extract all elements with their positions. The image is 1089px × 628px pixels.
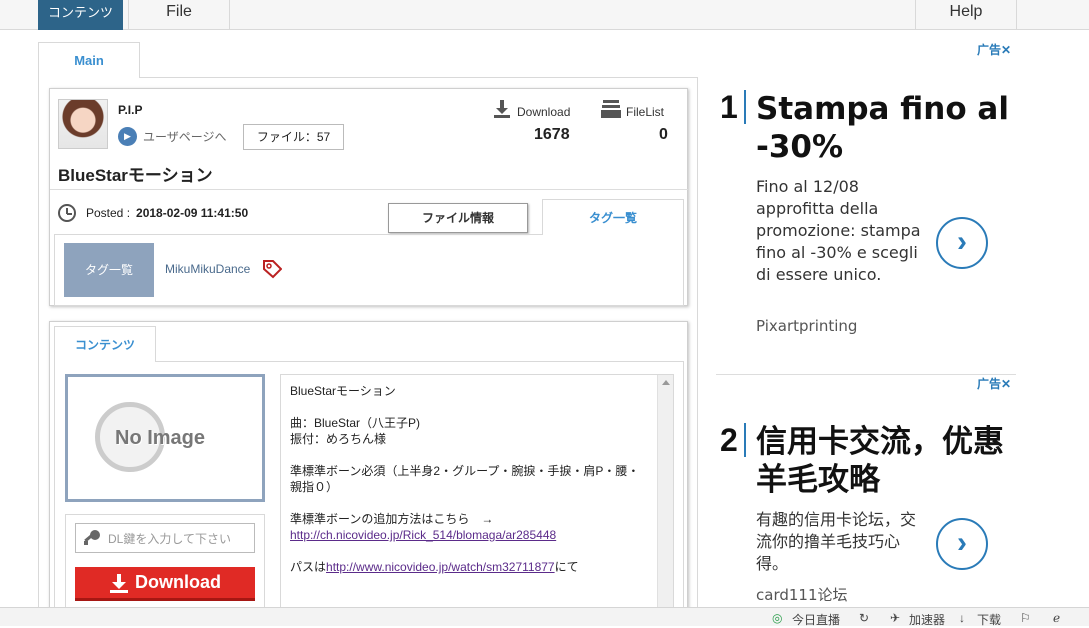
ad-brand: Pixartprinting (756, 317, 858, 335)
filelist-count: 0 (659, 126, 668, 143)
ad-headline: Stampa fino al -30% (756, 91, 1009, 165)
browser-icon[interactable]: ℯ (1053, 611, 1060, 625)
tab-help[interactable]: Help (915, 0, 1017, 30)
accelerator-link[interactable]: 加速器 (909, 611, 945, 628)
dl-key-input[interactable]: DL鍵を入力して下さい (75, 523, 255, 553)
chevron-right-icon[interactable]: › (936, 217, 988, 269)
ad-brand: card111论坛 (756, 586, 848, 604)
desc-line: 準標準ボーンの追加方法はこちら → (290, 512, 506, 526)
top-nav-bar: コンテンツ File Help (0, 0, 1089, 30)
dl-key-placeholder: DL鍵を入力して下さい (108, 531, 231, 546)
tag-link[interactable]: MikuMikuDance (165, 262, 250, 276)
download-icon: ↓ (959, 611, 965, 625)
tag-list-box: タグ一覧 (64, 243, 154, 297)
clock-icon (58, 204, 76, 222)
ad-body: 有趣的信用卡论坛，交流你的撸羊毛技巧心得。 (756, 510, 917, 573)
live-icon: ◎ (772, 611, 783, 625)
desc-line: 準標準ボーン必須（上半身2・グループ・腕捩・手捩・肩P・腰・親指０） (290, 464, 640, 494)
ad-number: 2 (720, 423, 746, 457)
file-count-button[interactable]: ファイル：57 (243, 124, 344, 150)
tab-contents-panel[interactable]: コンテンツ (54, 326, 156, 362)
tab-contents[interactable]: コンテンツ (38, 0, 123, 30)
file-info-button[interactable]: ファイル情報 (388, 203, 528, 233)
main-area: Main P.I.P ▶ ユーザページへ ファイル：57 Download 16… (38, 42, 698, 621)
filelist-label: FileList (626, 105, 665, 119)
filelist-icon (601, 100, 621, 118)
flag-icon[interactable]: ⚐ (1020, 611, 1031, 625)
bone-guide-link[interactable]: http://ch.nicovideo.jp/Rick_514/blomaga/… (290, 528, 556, 542)
desc-line: BlueStarモーション (290, 384, 396, 398)
desc-line: パスは (290, 560, 327, 574)
tab-tag-list[interactable]: タグ一覧 (542, 199, 684, 235)
tab-main[interactable]: Main (38, 42, 140, 78)
desc-line: 曲：BlueStar（八王子P) (290, 416, 421, 430)
browser-status-bar: ◎ 今日直播 ↻ ✈ 加速器 ↓ 下载 ⚐ ℯ (0, 607, 1089, 628)
userpage-link[interactable]: ▶ ユーザページへ (118, 127, 227, 146)
description-scrollbar[interactable] (657, 375, 673, 613)
contents-card: コンテンツ No Image DL鍵を入力して下さい Download Blue… (49, 321, 688, 621)
ad-1[interactable]: 1 Stampa fino al -30% Fino al 12/08 appr… (720, 90, 1020, 350)
description-box: BlueStarモーション 曲：BlueStar（八王子P) 振付：めろちん様 … (280, 374, 674, 614)
posted-date: 2018-02-09 11:41:50 (136, 206, 249, 220)
tag-icon[interactable] (262, 259, 282, 279)
contents-panel: No Image DL鍵を入力して下さい Download BlueStarモー… (54, 361, 684, 621)
posted-label: Posted : (86, 206, 131, 220)
ad-headline: 信用卡交流，优惠羊毛攻略 (756, 424, 1004, 498)
key-icon (84, 530, 100, 545)
posted-info: Posted : 2018-02-09 11:41:50 (58, 204, 248, 222)
rocket-icon: ✈ (890, 611, 901, 625)
download-button-label: Download (135, 572, 221, 592)
avatar[interactable] (58, 99, 108, 149)
ad-label[interactable]: 广告✕ (977, 375, 1011, 392)
chevron-right-icon[interactable]: › (936, 518, 988, 570)
tab-file[interactable]: File (128, 0, 230, 30)
download-icon (494, 100, 510, 118)
download-count: 1678 (534, 126, 570, 143)
file-header-card: P.I.P ▶ ユーザページへ ファイル：57 Download 1678 Fi… (49, 88, 688, 306)
refresh-icon[interactable]: ↻ (859, 611, 869, 625)
userpage-label: ユーザページへ (143, 130, 227, 144)
download-arrow-icon (110, 573, 128, 593)
download-label: Download (517, 105, 571, 119)
no-image-text: No Image (115, 427, 206, 449)
divider (50, 189, 688, 190)
user-name[interactable]: P.I.P (118, 103, 142, 117)
download-link[interactable]: 下载 (977, 611, 1001, 628)
ad-divider (716, 374, 1016, 375)
ad-body: Fino al 12/08 approfitta della promozion… (756, 177, 921, 284)
tag-panel: タグ一覧 MikuMikuDance (54, 234, 684, 306)
file-title: BlueStarモーション (58, 166, 213, 185)
video-link[interactable]: http://www.nicovideo.jp/watch/sm32711877 (326, 560, 555, 574)
desc-line: にて (554, 560, 579, 574)
ad-2[interactable]: 2 信用卡交流，优惠羊毛攻略 有趣的信用卡论坛，交流你的撸羊毛技巧心得。 car… (720, 423, 1020, 608)
download-box: DL鍵を入力して下さい Download (65, 514, 265, 614)
live-link[interactable]: 今日直播 (792, 611, 840, 628)
thumbnail-placeholder: No Image (65, 374, 265, 502)
ad-number: 1 (720, 90, 746, 124)
ad-label[interactable]: 广告✕ (977, 41, 1011, 58)
desc-line: 振付：めろちん様 (290, 432, 387, 446)
play-icon: ▶ (118, 127, 137, 146)
download-button[interactable]: Download (75, 567, 255, 601)
